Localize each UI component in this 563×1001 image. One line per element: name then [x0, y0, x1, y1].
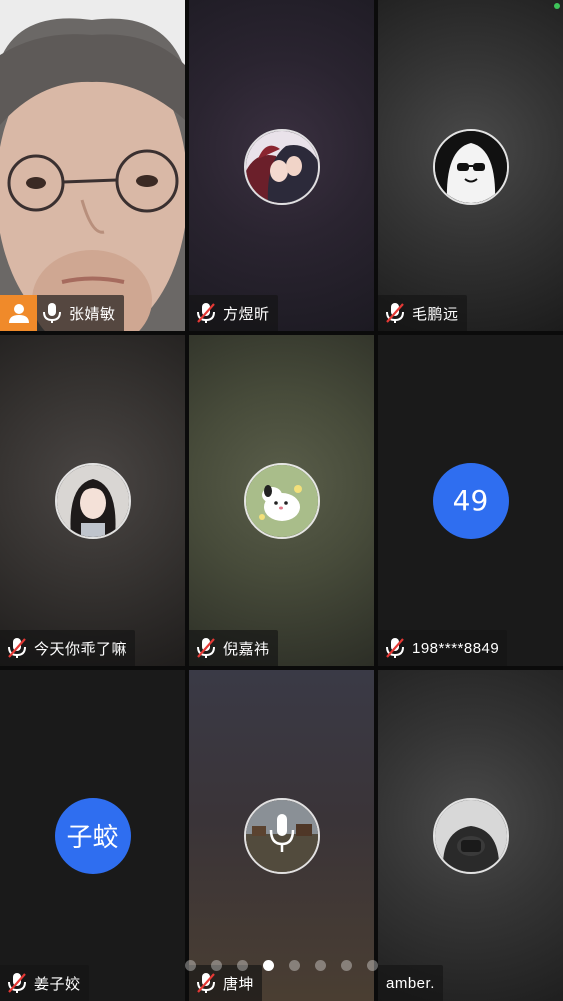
microphone-muted-icon [6, 637, 28, 659]
anime-couple-avatar [243, 129, 320, 206]
initials-avatar: 49 [432, 462, 509, 539]
participant-name: 姜子姣 [34, 975, 81, 993]
connection-status-indicator [554, 3, 560, 9]
participant-name: 张婧敏 [69, 305, 116, 323]
participant-name: amber. [386, 974, 435, 992]
participant-tile[interactable]: 子蛟 姜子姣 [0, 670, 185, 1001]
microphone-muted-icon [6, 972, 28, 994]
participant-name: 毛鹏远 [412, 305, 459, 323]
participant-name: 今天你乖了嘛 [34, 640, 128, 658]
ghost-sunglasses-avatar [432, 129, 509, 206]
participant-name-chip: 唐坤 [189, 965, 263, 1001]
participant-tile[interactable]: 毛鹏远 [378, 0, 563, 331]
participant-name-chip: 今天你乖了嘛 [0, 630, 136, 666]
participant-name-chip: 毛鹏远 [378, 295, 467, 331]
person-icon [8, 304, 29, 323]
microphone-muted-icon [384, 637, 406, 659]
initials-avatar: 子蛟 [54, 797, 131, 874]
participant-name: 198****8849 [412, 639, 500, 657]
participant-name-chip: 张婧敏 [37, 295, 124, 331]
participant-tile[interactable]: 49 198****8849 [378, 335, 563, 666]
participant-name-chip: 姜子姣 [0, 965, 89, 1001]
avatar-initials: 子蛟 [66, 823, 119, 853]
participant-name-chip: 方煜昕 [189, 295, 278, 331]
participant-name: 唐坤 [223, 975, 255, 993]
participant-tile[interactable]: 方煜昕 [189, 0, 374, 331]
participant-name-chip: amber. [378, 965, 443, 1001]
girl-portrait-avatar [54, 462, 131, 539]
microphone-muted-icon [195, 302, 217, 324]
microphone-icon [41, 302, 63, 324]
camera-video-feed [0, 0, 185, 331]
participant-grid: 张婧敏 方煜昕 毛鹏远 今天你乖了嘛 倪嘉祎 49 198****8849 子蛟… [0, 0, 563, 1001]
avatar-initials: 49 [452, 484, 489, 517]
landscape-speaking-avatar [243, 797, 320, 874]
participant-tile[interactable]: 张婧敏 [0, 0, 185, 331]
participant-tile[interactable]: 倪嘉祎 [189, 335, 374, 666]
participant-name-chip: 198****8849 [378, 630, 508, 666]
microphone-muted-icon [384, 302, 406, 324]
participant-name: 方煜昕 [223, 305, 270, 323]
microphone-muted-icon [195, 637, 217, 659]
participant-name-chip: 倪嘉祎 [189, 630, 278, 666]
cartoon-dog-avatar [243, 462, 320, 539]
participant-name: 倪嘉祎 [223, 640, 270, 658]
participant-tile[interactable]: amber. [378, 670, 563, 1001]
host-badge [0, 295, 37, 331]
microphone-muted-icon [195, 972, 217, 994]
participant-tile[interactable]: 今天你乖了嘛 [0, 335, 185, 666]
dark-photo-avatar [432, 797, 509, 874]
participant-tile[interactable]: 唐坤 [189, 670, 374, 1001]
